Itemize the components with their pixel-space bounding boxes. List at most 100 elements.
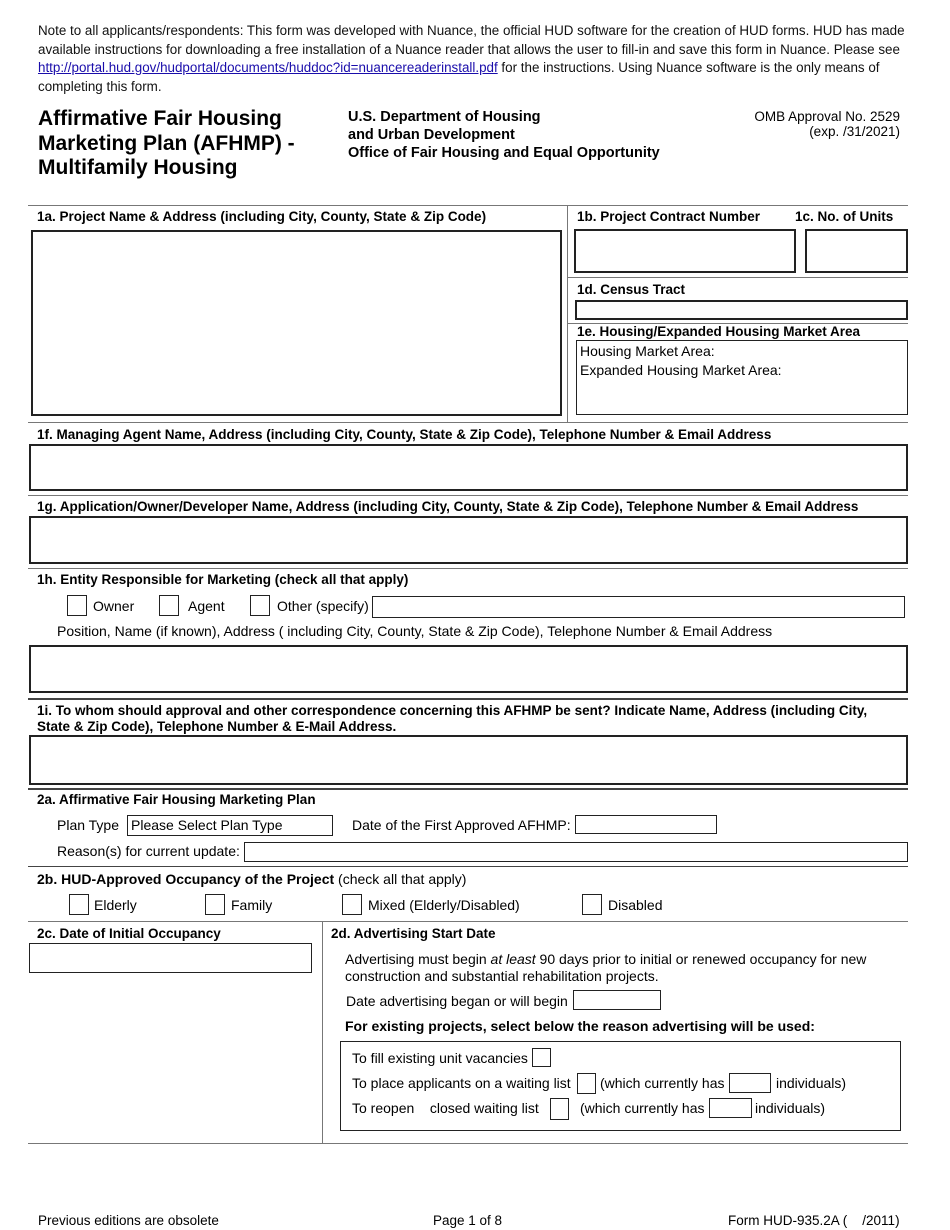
reopen-list-label: To reopen closed waiting list (352, 1100, 539, 1116)
divider (28, 698, 908, 700)
divider (28, 866, 908, 867)
other-specify-field[interactable] (372, 596, 905, 618)
owner-developer-field[interactable] (29, 516, 908, 564)
elderly-checkbox[interactable] (69, 894, 89, 915)
contract-number-label: 1b. Project Contract Number (577, 209, 761, 224)
marketing-entity-label: 1h. Entity Responsible for Marketing (ch… (37, 572, 409, 587)
owner-developer-label: 1g. Application/Owner/Developer Name, Ad… (37, 499, 859, 514)
waiting-list-count-prefix: (which currently has (600, 1075, 725, 1091)
divider (322, 921, 323, 1143)
advertising-note-line1: Advertising must begin at least 90 days … (345, 951, 866, 968)
update-reason-label: Reason(s) for current update: (57, 843, 240, 859)
first-approved-date-label: Date of the First Approved AFHMP: (352, 817, 571, 833)
initial-occupancy-field[interactable] (29, 943, 312, 973)
page-number: Page 1 of 8 (433, 1213, 503, 1228)
reopen-list-count-field[interactable] (709, 1098, 752, 1118)
expanded-market-area-label: Expanded Housing Market Area: (580, 362, 782, 378)
form-title-line: Marketing Plan (AFHMP) - (38, 131, 295, 155)
advertising-note: Advertising must begin at least 90 days … (345, 951, 866, 985)
mixed-checkbox-label: Mixed (Elderly/Disabled) (368, 897, 520, 913)
form-title-line: Multifamily Housing (38, 156, 238, 179)
plan-type-label: Plan Type (57, 817, 120, 833)
advertising-note-text: Advertising must begin (345, 951, 491, 967)
project-name-label: 1a. Project Name & Address (including Ci… (37, 209, 487, 224)
agent-checkbox[interactable] (159, 595, 179, 616)
reopen-list-count-suffix: individuals) (755, 1100, 826, 1116)
divider (28, 1143, 908, 1144)
footer-obsolete-note: Previous editions are obsolete (38, 1213, 219, 1228)
family-checkbox-label: Family (231, 897, 273, 913)
market-area-field[interactable]: Housing Market Area: Expanded Housing Ma… (576, 340, 908, 415)
mixed-checkbox[interactable] (342, 894, 362, 915)
department-name: U.S. Department of Housing and Urban Dev… (348, 108, 660, 162)
omb-number: OMB Approval No. 2529 (754, 109, 900, 124)
department-line: Office of Fair Housing and Equal Opportu… (348, 145, 660, 161)
plan-type-select[interactable]: Please Select Plan Type (127, 815, 333, 836)
advertising-date-label: Date advertising began or will begin (346, 993, 568, 1009)
omb-expiration: (exp. /31/2021) (809, 124, 900, 139)
managing-agent-label: 1f. Managing Agent Name, Address (includ… (37, 427, 772, 442)
first-approved-date-field[interactable] (575, 815, 717, 834)
project-name-address-field[interactable] (31, 230, 562, 416)
units-field[interactable] (805, 229, 908, 273)
correspondence-field[interactable] (29, 735, 908, 785)
market-area-label: 1e. Housing/Expanded Housing Market Area (577, 324, 861, 339)
waiting-list-count-suffix: individuals) (776, 1075, 847, 1091)
occupancy-label: 2b. HUD-Approved Occupancy of the Projec… (37, 871, 466, 887)
nuance-reader-link[interactable]: http://portal.hud.gov/hudportal/document… (38, 60, 498, 75)
waiting-list-label: To place applicants on a waiting list (352, 1075, 571, 1091)
omb-approval: OMB Approval No. 2529 (exp. /31/2021) (700, 109, 900, 139)
divider (28, 205, 908, 206)
form-title-line: Affirmative Fair Housing (38, 107, 282, 130)
divider (567, 205, 568, 422)
owner-checkbox-label: Owner (93, 598, 135, 614)
waiting-list-checkbox[interactable] (577, 1073, 596, 1094)
disabled-checkbox-label: Disabled (608, 897, 663, 913)
managing-agent-field[interactable] (29, 444, 908, 491)
waiting-list-count-field[interactable] (729, 1073, 771, 1093)
update-reason-field[interactable] (244, 842, 908, 862)
other-checkbox-label: Other (specify) (277, 598, 369, 614)
owner-checkbox[interactable] (67, 595, 87, 616)
agent-checkbox-label: Agent (188, 598, 225, 614)
other-checkbox[interactable] (250, 595, 270, 616)
notice-text: Note to all applicants/respondents: This… (38, 23, 905, 57)
divider (28, 568, 908, 569)
divider (28, 921, 908, 922)
form-number: Form HUD-935.2A ( /2011) (728, 1213, 900, 1228)
fill-vacancies-label: To fill existing unit vacancies (352, 1050, 528, 1066)
reopen-list-checkbox[interactable] (550, 1098, 569, 1120)
occupancy-label-bold: 2b. HUD-Approved Occupancy of the Projec… (37, 871, 335, 887)
housing-market-area-label: Housing Market Area: (580, 343, 715, 359)
family-checkbox[interactable] (205, 894, 225, 915)
reopen-list-count-prefix: (which currently has (580, 1100, 705, 1116)
position-contact-field[interactable] (29, 645, 908, 693)
form-title: Affirmative Fair Housing Marketing Plan … (38, 107, 328, 181)
elderly-checkbox-label: Elderly (94, 897, 137, 913)
advertising-start-label: 2d. Advertising Start Date (331, 926, 496, 941)
nuance-notice: Note to all applicants/respondents: This… (38, 22, 918, 96)
correspondence-label-line2: State & Zip Code), Telephone Number & E-… (37, 719, 397, 734)
units-label: 1c. No. of Units (795, 209, 894, 224)
department-line: U.S. Department of Housing (348, 109, 541, 125)
divider (28, 495, 908, 496)
afhmp-section-label: 2a. Affirmative Fair Housing Marketing P… (37, 792, 316, 807)
census-tract-field[interactable] (575, 300, 908, 320)
divider (28, 788, 908, 790)
contract-number-field[interactable] (574, 229, 796, 273)
correspondence-label-line1: 1i. To whom should approval and other co… (37, 703, 868, 718)
disabled-checkbox[interactable] (582, 894, 602, 915)
census-tract-label: 1d. Census Tract (577, 282, 686, 297)
department-line: and Urban Development (348, 127, 515, 143)
advertising-date-field[interactable] (573, 990, 661, 1010)
existing-projects-label: For existing projects, select below the … (345, 1018, 815, 1034)
occupancy-label-hint: (check all that apply) (334, 871, 467, 887)
divider (568, 277, 908, 278)
fill-vacancies-checkbox[interactable] (532, 1048, 551, 1067)
advertising-note-text: 90 days prior to initial or renewed occu… (535, 951, 867, 967)
initial-occupancy-label: 2c. Date of Initial Occupancy (37, 926, 221, 941)
divider (28, 422, 908, 423)
advertising-note-emphasis: at least (490, 951, 536, 967)
advertising-note-line2: construction and substantial rehabilitat… (345, 968, 659, 984)
position-contact-label: Position, Name (if known), Address ( inc… (57, 623, 773, 639)
